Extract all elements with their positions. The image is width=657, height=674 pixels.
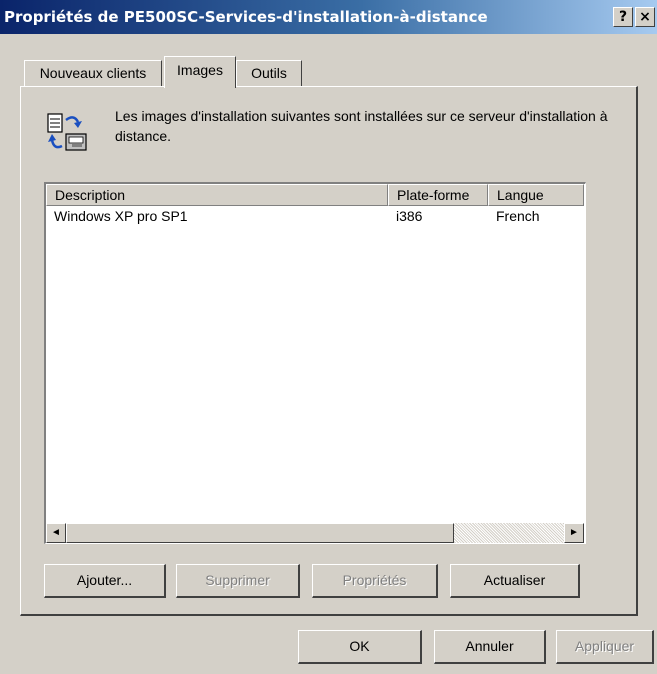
- remove-button[interactable]: Supprimer: [176, 564, 300, 598]
- column-header-description[interactable]: Description: [46, 184, 388, 206]
- close-button[interactable]: ×: [635, 7, 655, 27]
- help-button[interactable]: ?: [613, 7, 633, 27]
- apply-button[interactable]: Appliquer: [556, 630, 654, 664]
- cell-plate-forme: i386: [396, 208, 423, 224]
- window-title: Propriétés de PE500SC-Services-d'install…: [4, 8, 488, 26]
- column-header-plate-forme[interactable]: Plate-forme: [388, 184, 488, 206]
- column-header-langue[interactable]: Langue: [488, 184, 584, 206]
- cancel-button[interactable]: Annuler: [434, 630, 546, 664]
- scroll-right-icon[interactable]: ►: [564, 523, 584, 543]
- scrollbar-thumb[interactable]: [66, 523, 454, 543]
- refresh-button[interactable]: Actualiser: [450, 564, 580, 598]
- tab-images[interactable]: Images: [164, 56, 236, 88]
- cell-langue: French: [496, 208, 540, 224]
- horizontal-scrollbar[interactable]: ◄ ►: [46, 523, 584, 543]
- install-images-icon: [47, 113, 87, 151]
- info-text: Les images d'installation suivantes sont…: [115, 108, 608, 144]
- images-list[interactable]: Description Plate-forme Langue Windows X…: [44, 182, 586, 544]
- properties-button[interactable]: Propriétés: [312, 564, 438, 598]
- ok-button[interactable]: OK: [298, 630, 422, 664]
- tab-outils[interactable]: Outils: [236, 60, 302, 86]
- title-bar[interactable]: Propriétés de PE500SC-Services-d'install…: [0, 0, 657, 34]
- add-button[interactable]: Ajouter...: [44, 564, 166, 598]
- scroll-left-icon[interactable]: ◄: [46, 523, 66, 543]
- tab-nouveaux-clients[interactable]: Nouveaux clients: [24, 60, 162, 86]
- cell-description: Windows XP pro SP1: [54, 208, 188, 224]
